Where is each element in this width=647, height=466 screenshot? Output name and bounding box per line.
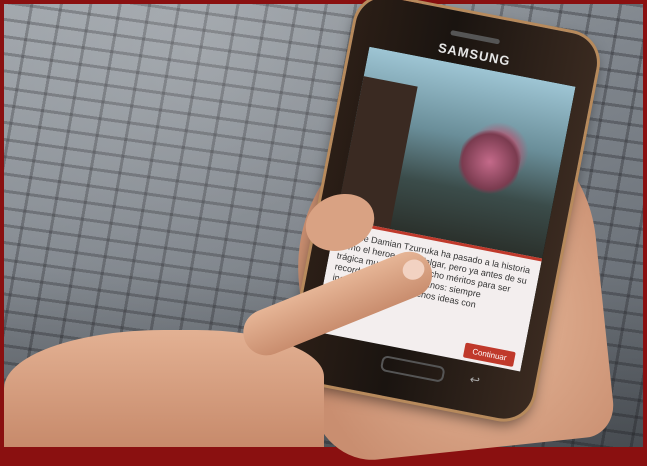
tree-illustration — [453, 121, 526, 202]
frame-border-top — [0, 0, 647, 4]
earpiece-speaker — [450, 29, 501, 45]
frame-border-right — [643, 0, 647, 451]
continue-button[interactable]: Continuar — [463, 342, 516, 367]
fingernail — [399, 256, 428, 284]
frame-border-left — [0, 0, 4, 451]
back-icon[interactable]: ↩ — [469, 372, 482, 388]
home-button[interactable] — [379, 354, 446, 383]
